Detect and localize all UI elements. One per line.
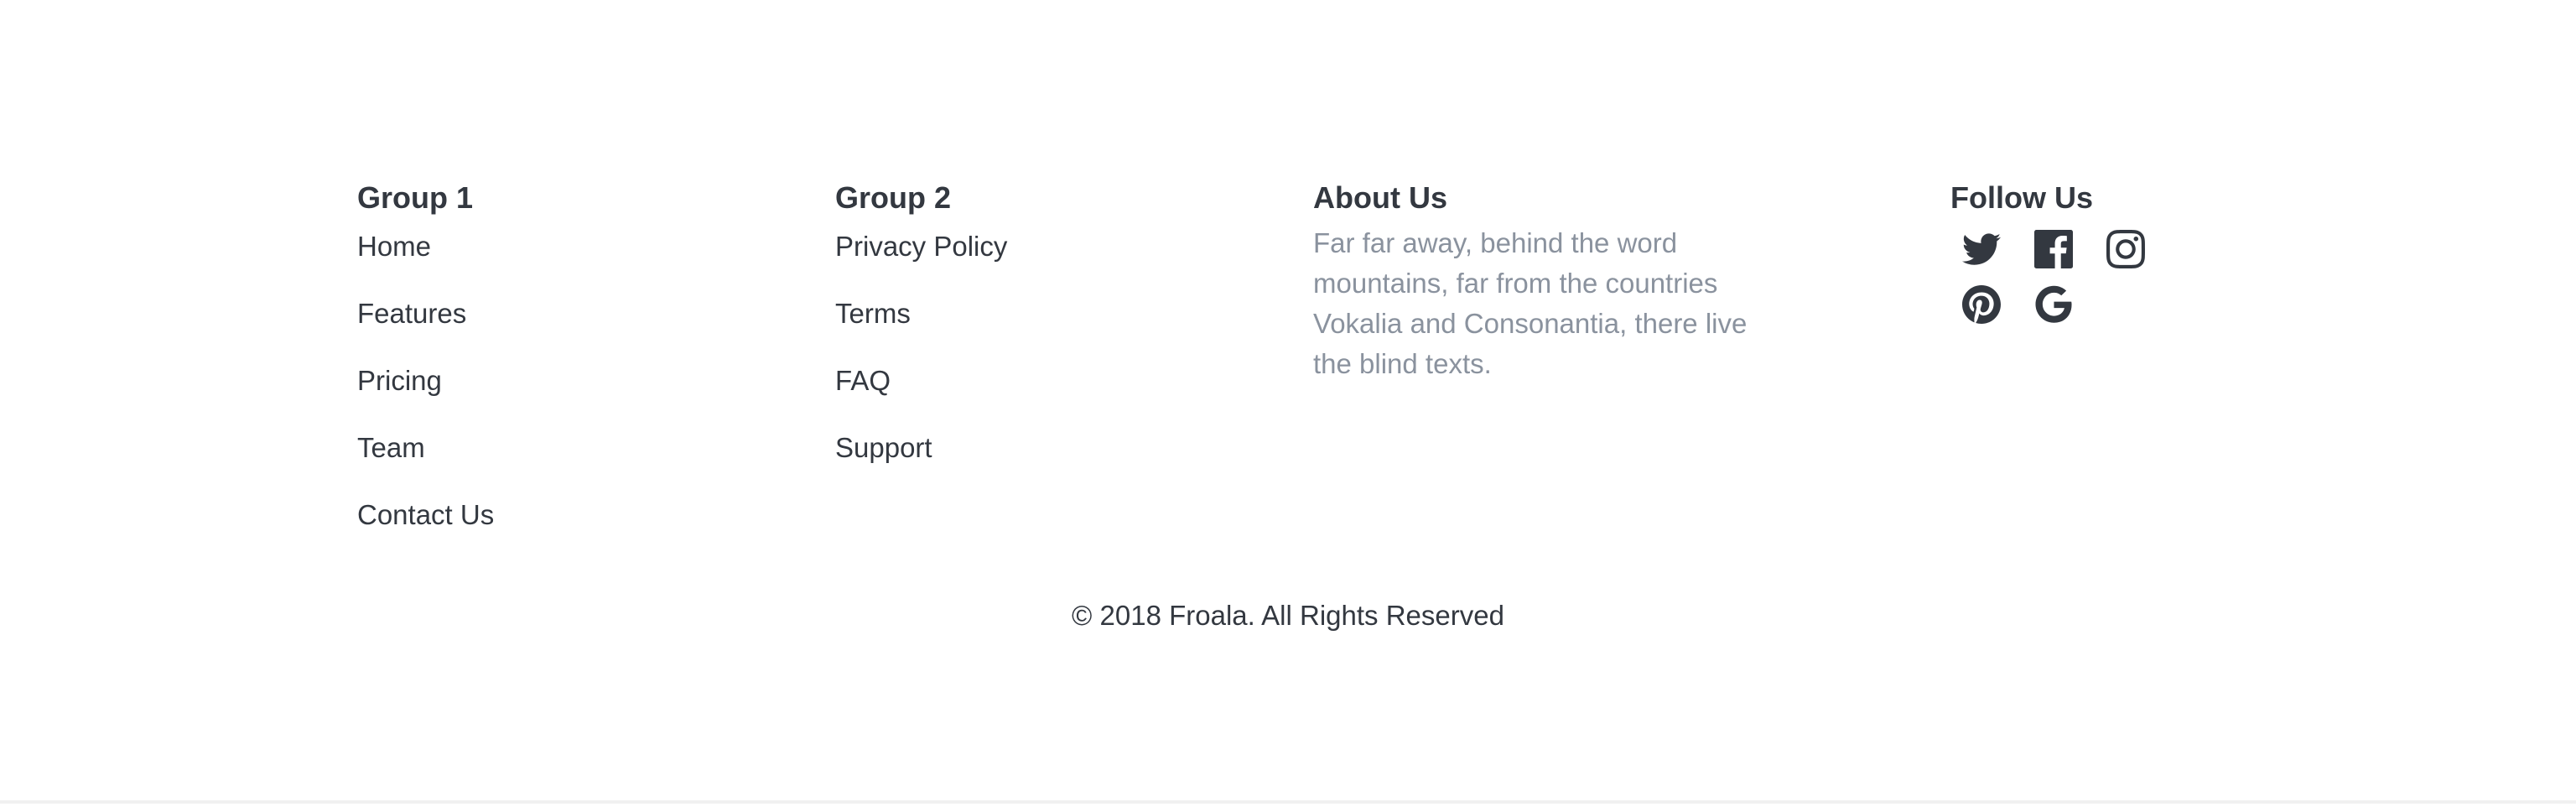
- group2-title: Group 2: [835, 180, 952, 215]
- terms-link[interactable]: Terms: [835, 298, 911, 329]
- list-item: Team: [357, 431, 494, 498]
- faq-link[interactable]: FAQ: [835, 365, 891, 396]
- list-item: FAQ: [835, 364, 1007, 431]
- social-icons: [1959, 221, 2175, 332]
- pricing-link[interactable]: Pricing: [357, 365, 442, 396]
- contact-us-link[interactable]: Contact Us: [357, 499, 494, 530]
- about-text: Far far away, behind the word mountains,…: [1313, 227, 1748, 379]
- follow-column: Follow Us: [1950, 180, 2175, 332]
- google-icon[interactable]: [2031, 277, 2103, 332]
- list-item: Home: [357, 230, 494, 297]
- instagram-icon[interactable]: [2103, 221, 2175, 277]
- group1-column: Group 1 Home Features Pricing Team Conta…: [357, 180, 494, 565]
- group1-title: Group 1: [357, 180, 474, 215]
- list-item: Pricing: [357, 364, 494, 431]
- group1-links: Home Features Pricing Team Contact Us: [357, 230, 494, 565]
- privacy-policy-link[interactable]: Privacy Policy: [835, 231, 1007, 262]
- home-link[interactable]: Home: [357, 231, 431, 262]
- list-item: Contact Us: [357, 498, 494, 565]
- list-item: Terms: [835, 297, 1007, 364]
- pinterest-icon[interactable]: [1959, 277, 2031, 332]
- twitter-icon[interactable]: [1959, 221, 2031, 277]
- list-item: Privacy Policy: [835, 230, 1007, 297]
- copyright-text: © 2018 Froala. All Rights Reserved: [1072, 600, 1504, 631]
- features-link[interactable]: Features: [357, 298, 466, 329]
- follow-title: Follow Us: [1950, 180, 2093, 215]
- about-column: About Us Far far away, behind the word m…: [1313, 180, 1766, 412]
- support-link[interactable]: Support: [835, 432, 932, 463]
- about-title: About Us: [1313, 180, 1447, 215]
- group2-column: Group 2 Privacy Policy Terms FAQ Support: [835, 180, 1007, 498]
- facebook-icon[interactable]: [2031, 221, 2103, 277]
- list-item: Support: [835, 431, 1007, 498]
- list-item: Features: [357, 297, 494, 364]
- team-link[interactable]: Team: [357, 432, 425, 463]
- footer: Group 1 Home Features Pricing Team Conta…: [0, 0, 2576, 804]
- group2-links: Privacy Policy Terms FAQ Support: [835, 230, 1007, 498]
